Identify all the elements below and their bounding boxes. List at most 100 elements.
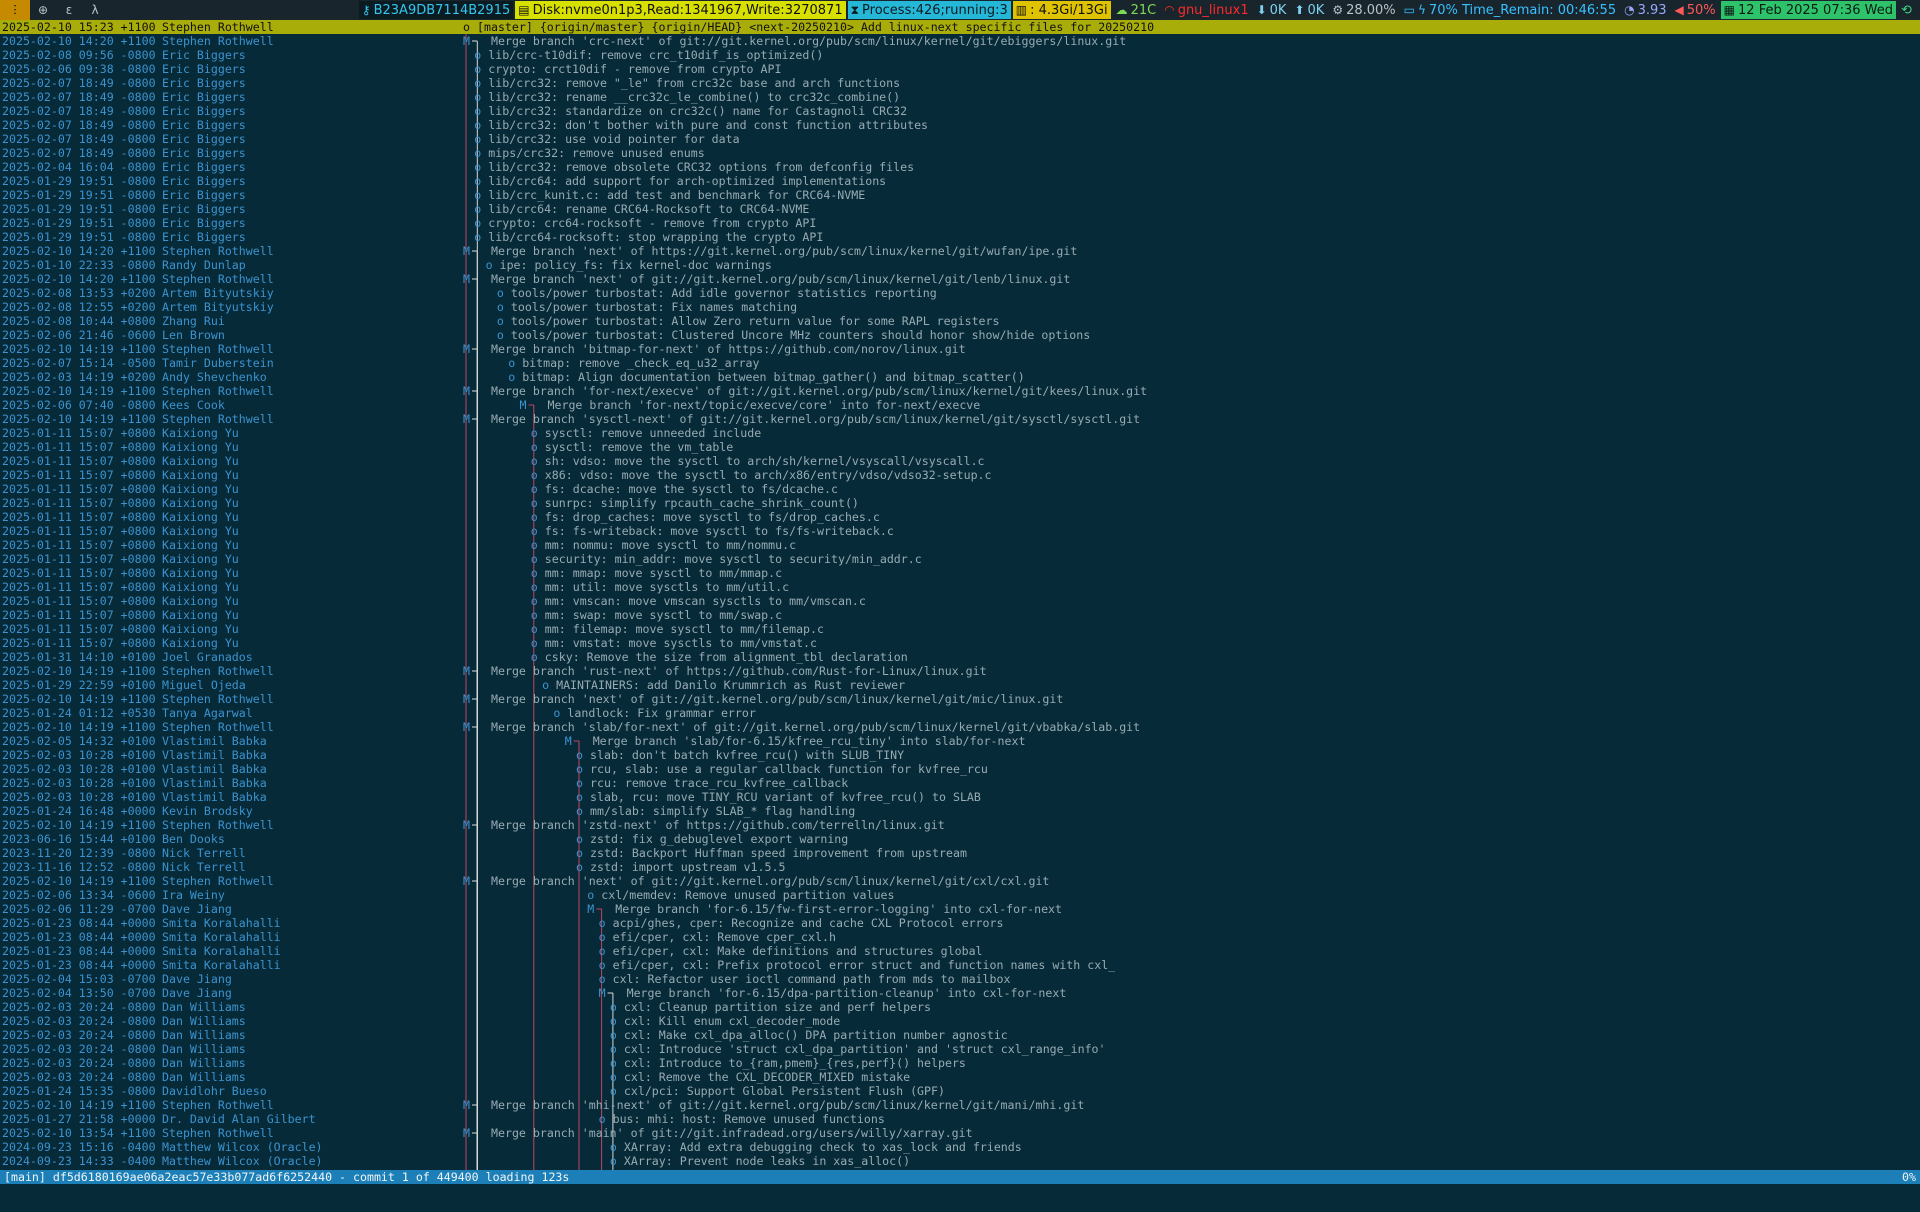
commit-row[interactable]: 2025-01-29 22:59 +0100 Miguel Ojeda o MAINT…	[0, 678, 1920, 692]
commit-row[interactable]: 2025-01-11 15:07 +0800 Kaixiong Yu o mm: vm…	[0, 594, 1920, 608]
commit-row[interactable]: 2025-02-10 14:19 +1100 Stephen Rothwell M M…	[0, 1098, 1920, 1112]
commit-row[interactable]: 2025-02-04 16:04 -0800 Eric Biggers o lib/c…	[0, 160, 1920, 174]
commit-row[interactable]: 2025-01-10 22:33 -0800 Randy Dunlap o ipe: …	[0, 258, 1920, 272]
commit-row[interactable]: 2025-01-24 16:48 +0000 Kevin Brodsky o mm/s…	[0, 804, 1920, 818]
commit-row[interactable]: 2025-02-10 14:19 +1100 Stephen Rothwell M M…	[0, 384, 1920, 398]
commit-row[interactable]: 2025-01-29 19:51 -0800 Eric Biggers o crypt…	[0, 216, 1920, 230]
commit-row[interactable]: 2025-02-03 10:28 +0100 Vlastimil Babka o sl…	[0, 790, 1920, 804]
commit-row[interactable]: 2025-02-07 15:14 -0500 Tamir Duberstein o b…	[0, 356, 1920, 370]
commit-row[interactable]: 2025-01-11 15:07 +0800 Kaixiong Yu o mm: sw…	[0, 608, 1920, 622]
commit-row[interactable]: 2025-02-10 14:19 +1100 Stephen Rothwell M M…	[0, 720, 1920, 734]
commit-row[interactable]: 2025-02-10 14:19 +1100 Stephen Rothwell M M…	[0, 412, 1920, 426]
commit-row[interactable]: 2025-01-23 08:44 +0000 Smita Koralahalli o…	[0, 916, 1920, 930]
commit-row[interactable]: 2025-02-05 14:32 +0100 Vlastimil Babka M Me…	[0, 734, 1920, 748]
commit-row[interactable]: 2025-02-10 14:19 +1100 Stephen Rothwell M M…	[0, 818, 1920, 832]
commit-row[interactable]: 2025-01-23 08:44 +0000 Smita Koralahalli o…	[0, 930, 1920, 944]
commit-row[interactable]: 2025-01-11 15:07 +0800 Kaixiong Yu o mm: vm…	[0, 636, 1920, 650]
commit-row[interactable]: 2025-01-11 15:07 +0800 Kaixiong Yu o fs: dr…	[0, 510, 1920, 524]
commit-row[interactable]: 2025-02-07 18:49 -0800 Eric Biggers o mips/…	[0, 146, 1920, 160]
commit-row[interactable]: 2025-02-10 15:23 +1100 Stephen Rothwell o […	[0, 20, 1920, 34]
commit-row[interactable]: 2025-01-11 15:07 +0800 Kaixiong Yu o mm: ut…	[0, 580, 1920, 594]
commit-row[interactable]: 2025-02-04 15:03 -0700 Dave Jiang o cxl: Re…	[0, 972, 1920, 986]
wifi-segment[interactable]: ◠ gnu_linux1	[1161, 1, 1251, 19]
commit-row[interactable]: 2023-06-16 15:44 +0100 Ben Dooks o zstd: fi…	[0, 832, 1920, 846]
workspace-lambda-icon[interactable]: λ	[82, 0, 108, 20]
commit-row[interactable]: 2023-11-20 12:39 -0800 Nick Terrell o zstd:…	[0, 846, 1920, 860]
commit-row[interactable]: 2025-02-10 14:20 +1100 Stephen Rothwell M M…	[0, 244, 1920, 258]
commit-row[interactable]: 2025-02-07 18:49 -0800 Eric Biggers o lib/c…	[0, 90, 1920, 104]
commit-row[interactable]: 2025-02-06 09:38 -0800 Eric Biggers o crypt…	[0, 62, 1920, 76]
commit-row[interactable]: 2025-02-07 18:49 -0800 Eric Biggers o lib/c…	[0, 76, 1920, 90]
commit-author: Zhang Rui	[162, 314, 225, 328]
commit-row[interactable]: 2025-01-29 19:51 -0800 Eric Biggers o lib/c…	[0, 202, 1920, 216]
commit-row[interactable]: 2025-01-23 08:44 +0000 Smita Koralahalli o…	[0, 958, 1920, 972]
commit-row[interactable]: 2025-02-03 20:24 -0800 Dan Williams o cxl: …	[0, 1070, 1920, 1084]
commit-row[interactable]: 2025-02-10 14:19 +1100 Stephen Rothwell M M…	[0, 342, 1920, 356]
commit-row[interactable]: 2025-01-11 15:07 +0800 Kaixiong Yu o mm: mm…	[0, 566, 1920, 580]
commit-row[interactable]: 2025-01-11 15:07 +0800 Kaixiong Yu o x86: v…	[0, 468, 1920, 482]
commit-date: 2025-02-03 20:24 -0800	[2, 1000, 156, 1014]
workspace-editor-icon[interactable]: ɛ	[56, 0, 82, 20]
commit-row[interactable]: 2025-02-03 20:24 -0800 Dan Williams o cxl: …	[0, 1000, 1920, 1014]
commit-row[interactable]: 2025-02-07 18:49 -0800 Eric Biggers o lib/c…	[0, 132, 1920, 146]
git-log-view[interactable]: 2025-02-10 15:23 +1100 Stephen Rothwell o […	[0, 20, 1920, 1170]
commit-node: o	[609, 1154, 617, 1168]
commit-row[interactable]: 2025-02-04 13:50 -0700 Dave Jiang M Merge b…	[0, 986, 1920, 1000]
commit-date: 2025-01-11 15:07 +0800	[2, 552, 156, 566]
commit-row[interactable]: 2025-02-03 14:19 +0200 Andy Shevchenko o bi…	[0, 370, 1920, 384]
commit-row[interactable]: 2024-09-23 14:33 -0400 Matthew Wilcox (Or…	[0, 1154, 1920, 1168]
commit-author: Stephen Rothwell	[162, 1098, 274, 1112]
commit-row[interactable]: 2025-01-11 15:07 +0800 Kaixiong Yu o fs: dc…	[0, 482, 1920, 496]
commit-author: Vlastimil Babka	[162, 748, 267, 762]
commit-row[interactable]: 2025-02-08 10:44 +0800 Zhang Rui o tools/po…	[0, 314, 1920, 328]
commit-row[interactable]: 2025-01-24 01:12 +0530 Tanya Agarwal o land…	[0, 706, 1920, 720]
tray-icon[interactable]: ⟲	[1898, 1, 1920, 19]
volume-segment[interactable]: ◀ 50%	[1672, 1, 1719, 19]
commit-row[interactable]: 2025-02-03 20:24 -0800 Dan Williams o cxl: …	[0, 1042, 1920, 1056]
commit-row[interactable]: 2025-02-03 10:28 +0100 Vlastimil Babka o rc…	[0, 762, 1920, 776]
commit-row[interactable]: 2025-02-03 10:28 +0100 Vlastimil Babka o rc…	[0, 776, 1920, 790]
commit-subject: lib/crc-t10dif: remove crc_t10dif_is_opt…	[488, 48, 824, 62]
commit-row[interactable]: 2025-01-11 15:07 +0800 Kaixiong Yu o mm: no…	[0, 538, 1920, 552]
datetime-segment[interactable]: ▦ 12 Feb 2025 07:36 Wed	[1720, 1, 1896, 19]
commit-row[interactable]: 2025-01-11 15:07 +0800 Kaixiong Yu o mm: fi…	[0, 622, 1920, 636]
commit-row[interactable]: 2025-02-06 07:40 -0800 Kees Cook M Merge br…	[0, 398, 1920, 412]
workspace-browser-icon[interactable]: ⊕	[30, 0, 56, 20]
commit-row[interactable]: 2025-02-06 21:46 -0600 Len Brown o tools/po…	[0, 328, 1920, 342]
commit-row[interactable]: 2024-09-23 15:16 -0400 Matthew Wilcox (Or…	[0, 1140, 1920, 1154]
commit-row[interactable]: 2025-01-29 19:51 -0800 Eric Biggers o lib/c…	[0, 174, 1920, 188]
commit-row[interactable]: 2025-02-10 14:20 +1100 Stephen Rothwell M M…	[0, 272, 1920, 286]
commit-row[interactable]: 2025-02-10 14:20 +1100 Stephen Rothwell M M…	[0, 34, 1920, 48]
commit-row[interactable]: 2025-01-27 21:58 +0000 Dr. David Alan Gil…	[0, 1112, 1920, 1126]
commit-row[interactable]: 2025-01-29 19:51 -0800 Eric Biggers o lib/c…	[0, 188, 1920, 202]
commit-row[interactable]: 2025-01-11 15:07 +0800 Kaixiong Yu o securi…	[0, 552, 1920, 566]
commit-row[interactable]: 2025-02-03 20:24 -0800 Dan Williams o cxl: …	[0, 1056, 1920, 1070]
commit-row[interactable]: 2025-02-06 11:29 -0700 Dave Jiang M Merge b…	[0, 902, 1920, 916]
commit-row[interactable]: 2025-02-07 18:49 -0800 Eric Biggers o lib/c…	[0, 104, 1920, 118]
commit-row[interactable]: 2025-02-08 09:56 -0800 Eric Biggers o lib/c…	[0, 48, 1920, 62]
workspace-terminal-icon[interactable]: ⵗ	[0, 0, 30, 20]
commit-row[interactable]: 2025-02-08 13:53 +0200 Artem Bityutskiy o t…	[0, 286, 1920, 300]
commit-row[interactable]: 2025-01-11 15:07 +0800 Kaixiong Yu o sysctl…	[0, 440, 1920, 454]
commit-row[interactable]: 2025-02-03 20:24 -0800 Dan Williams o cxl: …	[0, 1028, 1920, 1042]
commit-row[interactable]: 2025-01-29 19:51 -0800 Eric Biggers o lib/c…	[0, 230, 1920, 244]
commit-row[interactable]: 2025-02-10 13:54 +1100 Stephen Rothwell M M…	[0, 1126, 1920, 1140]
commit-row[interactable]: 2025-01-11 15:07 +0800 Kaixiong Yu o sunrpc…	[0, 496, 1920, 510]
commit-row[interactable]: 2025-01-11 15:07 +0800 Kaixiong Yu o sh: vd…	[0, 454, 1920, 468]
commit-row[interactable]: 2025-02-06 13:34 -0600 Ira Weiny o cxl/memd…	[0, 888, 1920, 902]
commit-row[interactable]: 2025-01-23 08:44 +0000 Smita Koralahalli o…	[0, 944, 1920, 958]
commit-row[interactable]: 2025-02-10 14:19 +1100 Stephen Rothwell M M…	[0, 874, 1920, 888]
commit-row[interactable]: 2025-02-10 14:19 +1100 Stephen Rothwell M M…	[0, 692, 1920, 706]
commit-row[interactable]: 2025-01-11 15:07 +0800 Kaixiong Yu o fs: fs…	[0, 524, 1920, 538]
commit-row[interactable]: 2025-01-31 14:10 +0100 Joel Granados o csky…	[0, 650, 1920, 664]
commit-list[interactable]: 2025-02-10 15:23 +1100 Stephen Rothwell o […	[0, 20, 1920, 1168]
commit-row[interactable]: 2025-02-03 10:28 +0100 Vlastimil Babka o sl…	[0, 748, 1920, 762]
commit-subject: csky: Remove the size from alignment_tbl…	[544, 650, 908, 664]
commit-row[interactable]: 2023-11-16 12:52 -0800 Nick Terrell o zstd:…	[0, 860, 1920, 874]
commit-row[interactable]: 2025-01-11 15:07 +0800 Kaixiong Yu o sysctl…	[0, 426, 1920, 440]
commit-row[interactable]: 2025-01-24 15:35 -0800 Davidlohr Bueso o cx…	[0, 1084, 1920, 1098]
commit-row[interactable]: 2025-02-08 12:55 +0200 Artem Bityutskiy o t…	[0, 300, 1920, 314]
commit-row[interactable]: 2025-02-07 18:49 -0800 Eric Biggers o lib/c…	[0, 118, 1920, 132]
commit-row[interactable]: 2025-02-03 20:24 -0800 Dan Williams o cxl: …	[0, 1014, 1920, 1028]
commit-row[interactable]: 2025-02-10 14:19 +1100 Stephen Rothwell M M…	[0, 664, 1920, 678]
